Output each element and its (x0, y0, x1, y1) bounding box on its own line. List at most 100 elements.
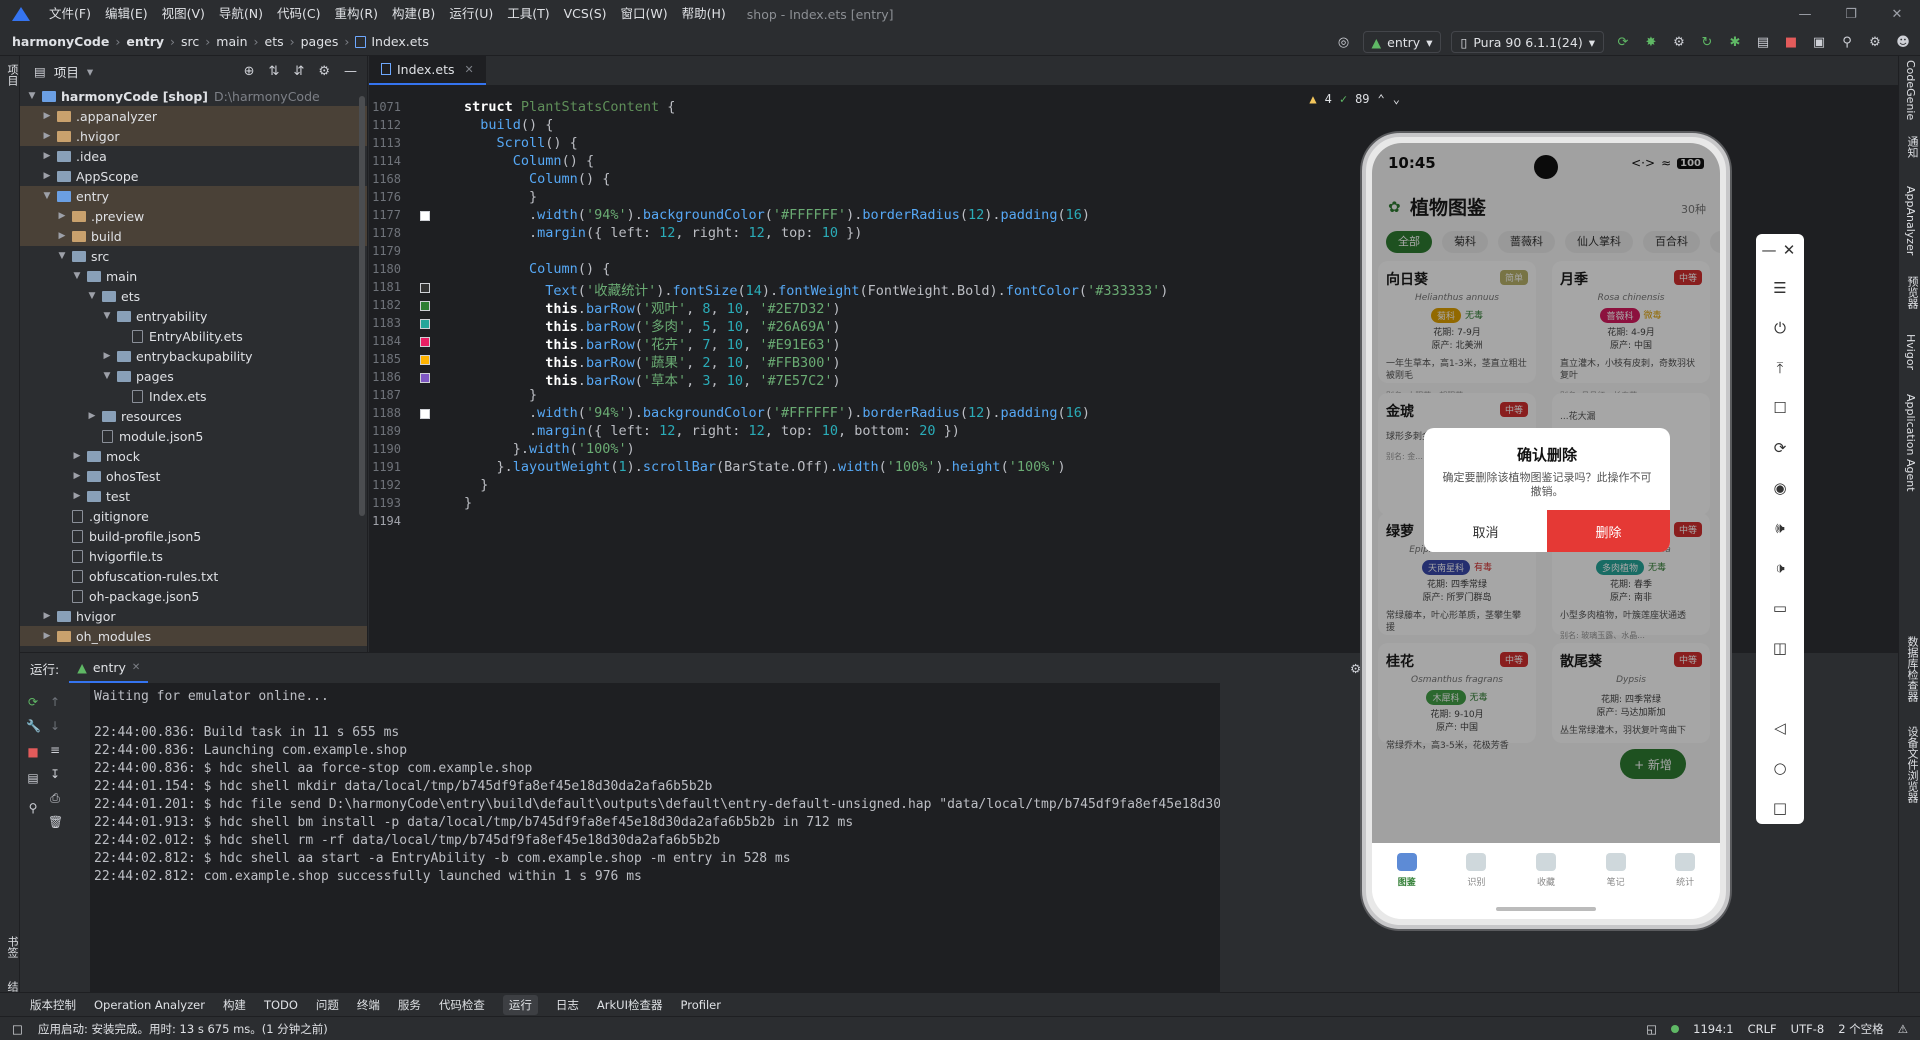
device-manager-icon[interactable]: ▣ (1810, 33, 1828, 51)
bottom-tool-2[interactable]: 构建 (223, 997, 246, 1013)
tree-item[interactable]: EntryAbility.ets (20, 326, 367, 346)
code-line[interactable]: Column() { (464, 171, 610, 187)
close-icon[interactable]: ✕ (1874, 0, 1920, 28)
tree-item[interactable]: build-profile.json5 (20, 526, 367, 546)
color-swatch[interactable] (420, 355, 430, 365)
minimize-icon[interactable]: — (1782, 0, 1828, 28)
menu-item[interactable]: 工具(T) (500, 0, 556, 28)
tree-item[interactable]: ▼ entryability (20, 306, 367, 326)
bottom-tool-3[interactable]: TODO (264, 998, 298, 1012)
delete-button[interactable]: 删除 (1547, 510, 1670, 552)
pin-top-icon[interactable]: ⤒ (1768, 356, 1792, 380)
chevron-right-icon[interactable]: ▶ (71, 451, 83, 461)
chevron-right-icon[interactable]: ▶ (41, 171, 53, 181)
power-save-icon[interactable]: ◱ (1646, 1022, 1657, 1036)
tree-item[interactable]: oh-package.json5 (20, 586, 367, 606)
breadcrumb-module[interactable]: entry (126, 34, 164, 49)
lock-icon[interactable]: ⚠ (1898, 1022, 1908, 1036)
code-line[interactable]: .margin({ left: 12, right: 12, top: 10, … (464, 423, 960, 439)
minimize-icon[interactable]: — (1760, 238, 1778, 262)
chevron-down-icon[interactable]: ▼ (56, 251, 68, 261)
phone-tab-4[interactable]: 统计 (1650, 843, 1720, 919)
account-icon[interactable]: ☻ (1894, 33, 1912, 51)
chevron-down-icon[interactable]: ▾ (87, 64, 93, 79)
menu-item[interactable]: 文件(F) (42, 0, 98, 28)
chevron-down-icon[interactable]: ▼ (86, 291, 98, 301)
code-line[interactable]: } (464, 495, 472, 511)
tree-item[interactable]: ▶ oh_modules (20, 626, 367, 646)
tree-item[interactable]: ▶ build (20, 226, 367, 246)
expand-all-icon[interactable]: ⇅ (269, 64, 280, 79)
debug-icon[interactable]: ✸ (1642, 33, 1660, 51)
menu-item[interactable]: 代码(C) (270, 0, 327, 28)
tree-item[interactable]: hvigorfile.ts (20, 546, 367, 566)
chevron-down-icon[interactable]: ▼ (26, 91, 38, 101)
code-line[interactable]: .width('94%').backgroundColor('#FFFFFF')… (464, 405, 1090, 421)
record-icon[interactable]: ◉ (1768, 476, 1792, 500)
bottom-tool-6[interactable]: 服务 (398, 997, 421, 1013)
close-icon[interactable]: ✕ (1780, 238, 1798, 262)
deveco-logo-icon[interactable] (12, 7, 30, 21)
status-layout-icon[interactable]: □ (12, 1022, 23, 1036)
home-icon[interactable]: ○ (1768, 756, 1792, 780)
bottom-tool-11[interactable]: Profiler (681, 998, 722, 1012)
run-settings-gear-icon[interactable]: ⚙ (1350, 661, 1361, 676)
menu-item[interactable]: 导航(N) (212, 0, 270, 28)
menu-item[interactable]: 运行(U) (442, 0, 500, 28)
chevron-down-icon[interactable]: ⌄ (1393, 92, 1400, 106)
phone-tab-0[interactable]: 图鉴 (1372, 843, 1442, 919)
right-tool-button[interactable]: 设备文件浏览器 (1904, 726, 1920, 803)
chevron-right-icon[interactable]: ▶ (86, 411, 98, 421)
project-panel-title[interactable]: 项目 (54, 62, 79, 81)
code-line[interactable]: this.barRow('草本', 3, 10, '#7E57C2') (464, 369, 840, 389)
back-icon[interactable]: ◁ (1768, 716, 1792, 740)
bottom-tool-5[interactable]: 终端 (357, 997, 380, 1013)
close-tab-icon[interactable]: ✕ (132, 662, 140, 673)
tree-item[interactable]: ▼ pages (20, 366, 367, 386)
tree-item[interactable]: ▼ src (20, 246, 367, 266)
settings-gear-icon[interactable]: ⚙ (1866, 33, 1884, 51)
bottom-tool-7[interactable]: 代码检查 (439, 997, 485, 1013)
layout-icon[interactable]: ▤ (26, 771, 40, 785)
code-line[interactable]: Scroll() { (464, 135, 578, 151)
tree-item[interactable]: ▶ .idea (20, 146, 367, 166)
chevron-right-icon[interactable]: ▶ (41, 111, 53, 121)
right-tool-button[interactable]: 预览器 (1904, 276, 1920, 309)
menu-item[interactable]: 重构(R) (328, 0, 385, 28)
breadcrumb-src[interactable]: src (181, 34, 199, 49)
chevron-down-icon[interactable]: ▼ (101, 311, 113, 321)
code-line[interactable]: this.barRow('蔬果', 2, 10, '#FFB300') (464, 351, 840, 371)
breadcrumb-main[interactable]: main (216, 34, 247, 49)
right-tool-button[interactable]: Hvigor (1904, 334, 1917, 370)
collapse-all-icon[interactable]: ⇵ (293, 64, 304, 79)
tree-item[interactable]: ▶ .hvigor (20, 126, 367, 146)
screenshot-icon[interactable]: ◫ (1768, 636, 1792, 660)
tree-item[interactable]: ▼ main (20, 266, 367, 286)
tree-item[interactable]: ▶ resources (20, 406, 367, 426)
run-config-dropdown[interactable]: ▲ entry ▾ (1362, 31, 1442, 53)
menu-item[interactable]: VCS(S) (557, 0, 614, 28)
color-swatch[interactable] (420, 373, 430, 383)
code-line[interactable]: } (464, 387, 537, 403)
profile-icon[interactable]: ✱ (1726, 33, 1744, 51)
scroll-up-icon[interactable]: ↑ (48, 695, 62, 709)
right-tool-button[interactable]: Application Agent (1904, 394, 1917, 492)
bottom-tool-1[interactable]: Operation Analyzer (94, 998, 205, 1012)
pin-icon[interactable]: ⚲ (26, 801, 40, 815)
trash-icon[interactable]: 🗑 (48, 815, 63, 829)
bottom-tool-9[interactable]: 日志 (556, 997, 579, 1013)
chevron-right-icon[interactable]: ▶ (56, 231, 68, 241)
code-line[interactable]: this.barRow('多肉', 5, 10, '#26A69A') (464, 315, 840, 335)
chevron-right-icon[interactable]: ▶ (71, 491, 83, 501)
tree-item[interactable]: ▶ entrybackupability (20, 346, 367, 366)
crop-icon[interactable]: ☐ (1768, 396, 1792, 420)
scroll-down-icon[interactable]: ↓ (48, 719, 62, 733)
target-icon[interactable]: ◎ (1335, 33, 1353, 51)
chevron-right-icon[interactable]: ▶ (41, 611, 53, 621)
chevron-right-icon[interactable]: ▶ (41, 131, 53, 141)
recents-icon[interactable]: □ (1768, 796, 1792, 820)
code-line[interactable]: Column() { (464, 153, 594, 169)
right-tool-button[interactable]: AppAnalyzer (1904, 186, 1917, 255)
cancel-button[interactable]: 取消 (1424, 510, 1547, 552)
code-line[interactable]: .width('94%').backgroundColor('#FFFFFF')… (464, 207, 1090, 223)
